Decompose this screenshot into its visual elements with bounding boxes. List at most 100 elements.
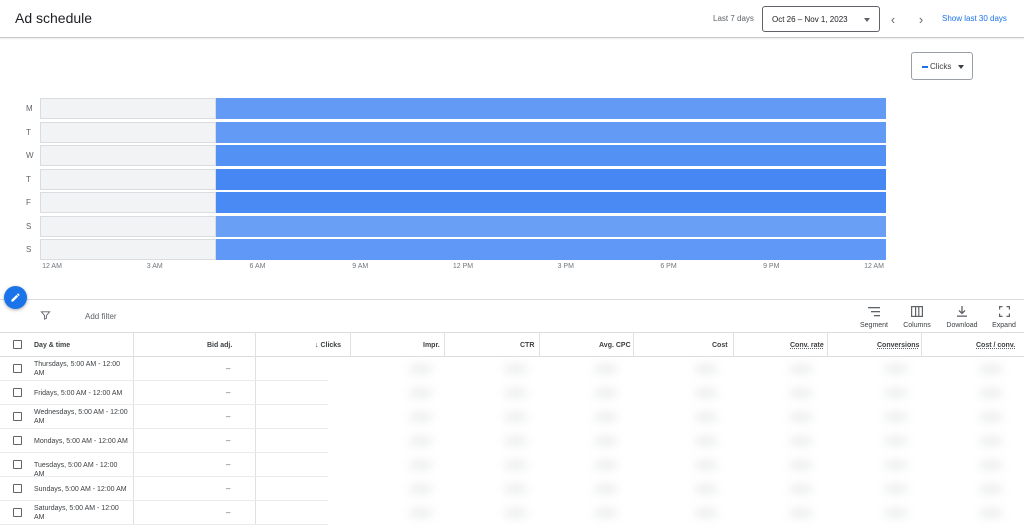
edit-schedule-button[interactable] — [4, 286, 27, 309]
row-checkbox[interactable] — [13, 388, 22, 397]
select-all-checkbox[interactable] — [13, 340, 22, 349]
bid-adj-cell[interactable]: – — [226, 364, 230, 373]
heatmap-inactive-cell — [40, 215, 216, 237]
bid-adj-cell[interactable]: – — [226, 484, 230, 493]
table-row[interactable]: Wednesdays, 5:00 AM - 12:00 AM – — [0, 405, 328, 429]
blurred-value — [980, 366, 1002, 372]
blurred-value — [595, 462, 617, 468]
blurred-value — [695, 510, 717, 516]
col-avg-cpc[interactable]: Avg. CPC — [599, 342, 631, 349]
download-button[interactable]: Download — [942, 306, 982, 329]
page-title: Ad schedule — [15, 10, 93, 26]
table-row[interactable]: Tuesdays, 5:00 AM - 12:00 AM – — [0, 453, 328, 478]
hour-tick-label: 6 AM — [249, 263, 266, 270]
heatmap-active-cell[interactable] — [216, 168, 886, 190]
blurred-value — [980, 486, 1002, 492]
row-checkbox[interactable] — [13, 484, 22, 493]
table-row[interactable]: Mondays, 5:00 AM - 12:00 AM – — [0, 429, 328, 453]
columns-label: Columns — [903, 322, 931, 329]
blurred-value — [790, 366, 812, 372]
col-ctr[interactable]: CTR — [520, 342, 534, 349]
blurred-value — [695, 366, 717, 372]
column-divider — [633, 332, 634, 357]
row-checkbox[interactable] — [13, 460, 22, 469]
next-period-button[interactable]: › — [913, 11, 929, 27]
bid-adj-cell[interactable]: – — [226, 412, 230, 421]
row-checkbox[interactable] — [13, 436, 22, 445]
blurred-value — [410, 414, 432, 420]
blurred-value — [410, 510, 432, 516]
blurred-value — [505, 462, 527, 468]
date-range-picker[interactable]: Oct 26 – Nov 1, 2023 — [762, 6, 880, 32]
day-time-cell: Mondays, 5:00 AM - 12:00 AM — [34, 438, 128, 445]
table-row[interactable]: Sundays, 5:00 AM - 12:00 AM – — [0, 477, 328, 501]
add-filter-button[interactable]: Add filter — [85, 312, 117, 321]
heatmap-row-label: M — [26, 104, 33, 113]
metric-selector[interactable]: Clicks — [911, 52, 973, 80]
heatmap-active-cell[interactable] — [216, 192, 886, 213]
column-divider — [539, 332, 540, 357]
filter-icon[interactable] — [40, 310, 51, 324]
segment-button[interactable]: Segment — [854, 306, 894, 329]
bid-adj-cell[interactable]: – — [226, 508, 230, 517]
blurred-value — [695, 414, 717, 420]
bid-adj-cell[interactable]: – — [226, 388, 230, 397]
chevron-right-icon: › — [918, 11, 924, 27]
section-divider — [0, 299, 1024, 300]
table-row[interactable]: Saturdays, 5:00 AM - 12:00 AM – — [0, 501, 328, 525]
blurred-value — [790, 510, 812, 516]
col-bid-adj[interactable]: Bid adj. — [207, 342, 232, 349]
col-day-time[interactable]: Day & time — [34, 342, 70, 349]
blurred-value — [980, 390, 1002, 396]
segment-icon — [854, 306, 894, 320]
heatmap-row-label: S — [26, 245, 32, 254]
heatmap-active-cell[interactable] — [216, 215, 886, 237]
blurred-value — [410, 390, 432, 396]
blurred-value — [505, 414, 527, 420]
blurred-value — [885, 390, 907, 396]
expand-button[interactable]: Expand — [984, 306, 1024, 329]
col-cost[interactable]: Cost — [712, 342, 728, 349]
blurred-value — [410, 462, 432, 468]
blurred-value — [885, 366, 907, 372]
heatmap-active-cell[interactable] — [216, 98, 886, 119]
row-checkbox[interactable] — [13, 508, 22, 517]
segment-label: Segment — [859, 322, 889, 329]
columns-button[interactable]: Columns — [897, 306, 937, 329]
blurred-value — [695, 486, 717, 492]
previous-period-button[interactable]: ‹ — [885, 11, 901, 27]
hour-tick-label: 12 AM — [42, 263, 62, 270]
col-clicks[interactable]: ↓ Clicks — [315, 342, 341, 349]
bid-adj-cell[interactable]: – — [226, 460, 230, 469]
bid-adj-cell[interactable]: – — [226, 436, 230, 445]
heatmap-inactive-cell — [40, 98, 216, 119]
row-checkbox[interactable] — [13, 364, 22, 373]
table-row[interactable]: Fridays, 5:00 AM - 12:00 AM – — [0, 381, 328, 405]
blurred-value — [595, 438, 617, 444]
column-divider — [444, 332, 445, 357]
heatmap-active-cell[interactable] — [216, 145, 886, 166]
row-checkbox[interactable] — [13, 412, 22, 421]
blurred-value — [885, 510, 907, 516]
blurred-value — [980, 462, 1002, 468]
blurred-value — [595, 510, 617, 516]
download-icon — [942, 306, 982, 320]
expand-label: Expand — [992, 322, 1016, 329]
heatmap-active-cell[interactable] — [216, 121, 886, 143]
blurred-value — [505, 390, 527, 396]
col-conv-rate[interactable]: Conv. rate — [790, 342, 824, 349]
hour-tick-label: 9 PM — [763, 263, 780, 270]
blurred-value — [695, 462, 717, 468]
hour-tick-label: 3 PM — [557, 263, 574, 270]
table-row[interactable]: Thursdays, 5:00 AM - 12:00 AM – — [0, 357, 328, 381]
show-last-30-days-link[interactable]: Show last 30 days — [942, 14, 1007, 23]
hour-tick-label: 12 AM — [864, 263, 884, 270]
heatmap-active-cell[interactable] — [216, 239, 886, 260]
col-cost-per-conv[interactable]: Cost / conv. — [976, 342, 1015, 349]
col-impr[interactable]: Impr. — [423, 342, 440, 349]
hour-tick-label: 12 PM — [452, 263, 474, 270]
col-conversions[interactable]: Conversions — [877, 342, 919, 349]
day-time-cell: Fridays, 5:00 AM - 12:00 AM — [34, 390, 123, 397]
series-line-icon — [922, 65, 928, 68]
blurred-value — [790, 390, 812, 396]
